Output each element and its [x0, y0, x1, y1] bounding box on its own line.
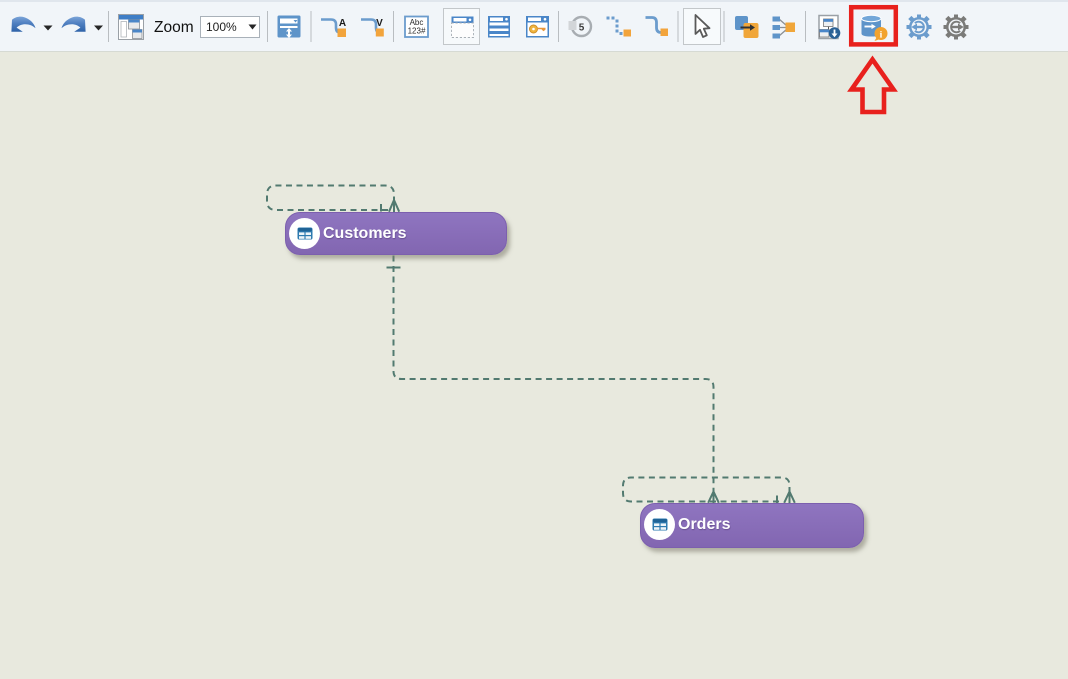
svg-text:123#: 123#	[408, 27, 426, 36]
svg-text:i: i	[880, 31, 883, 41]
svg-text:100%: 100%	[206, 20, 237, 34]
svg-text:Zoom: Zoom	[154, 19, 194, 36]
svg-text:A: A	[339, 18, 346, 29]
svg-text:V: V	[376, 18, 383, 29]
svg-text:5: 5	[579, 23, 585, 34]
